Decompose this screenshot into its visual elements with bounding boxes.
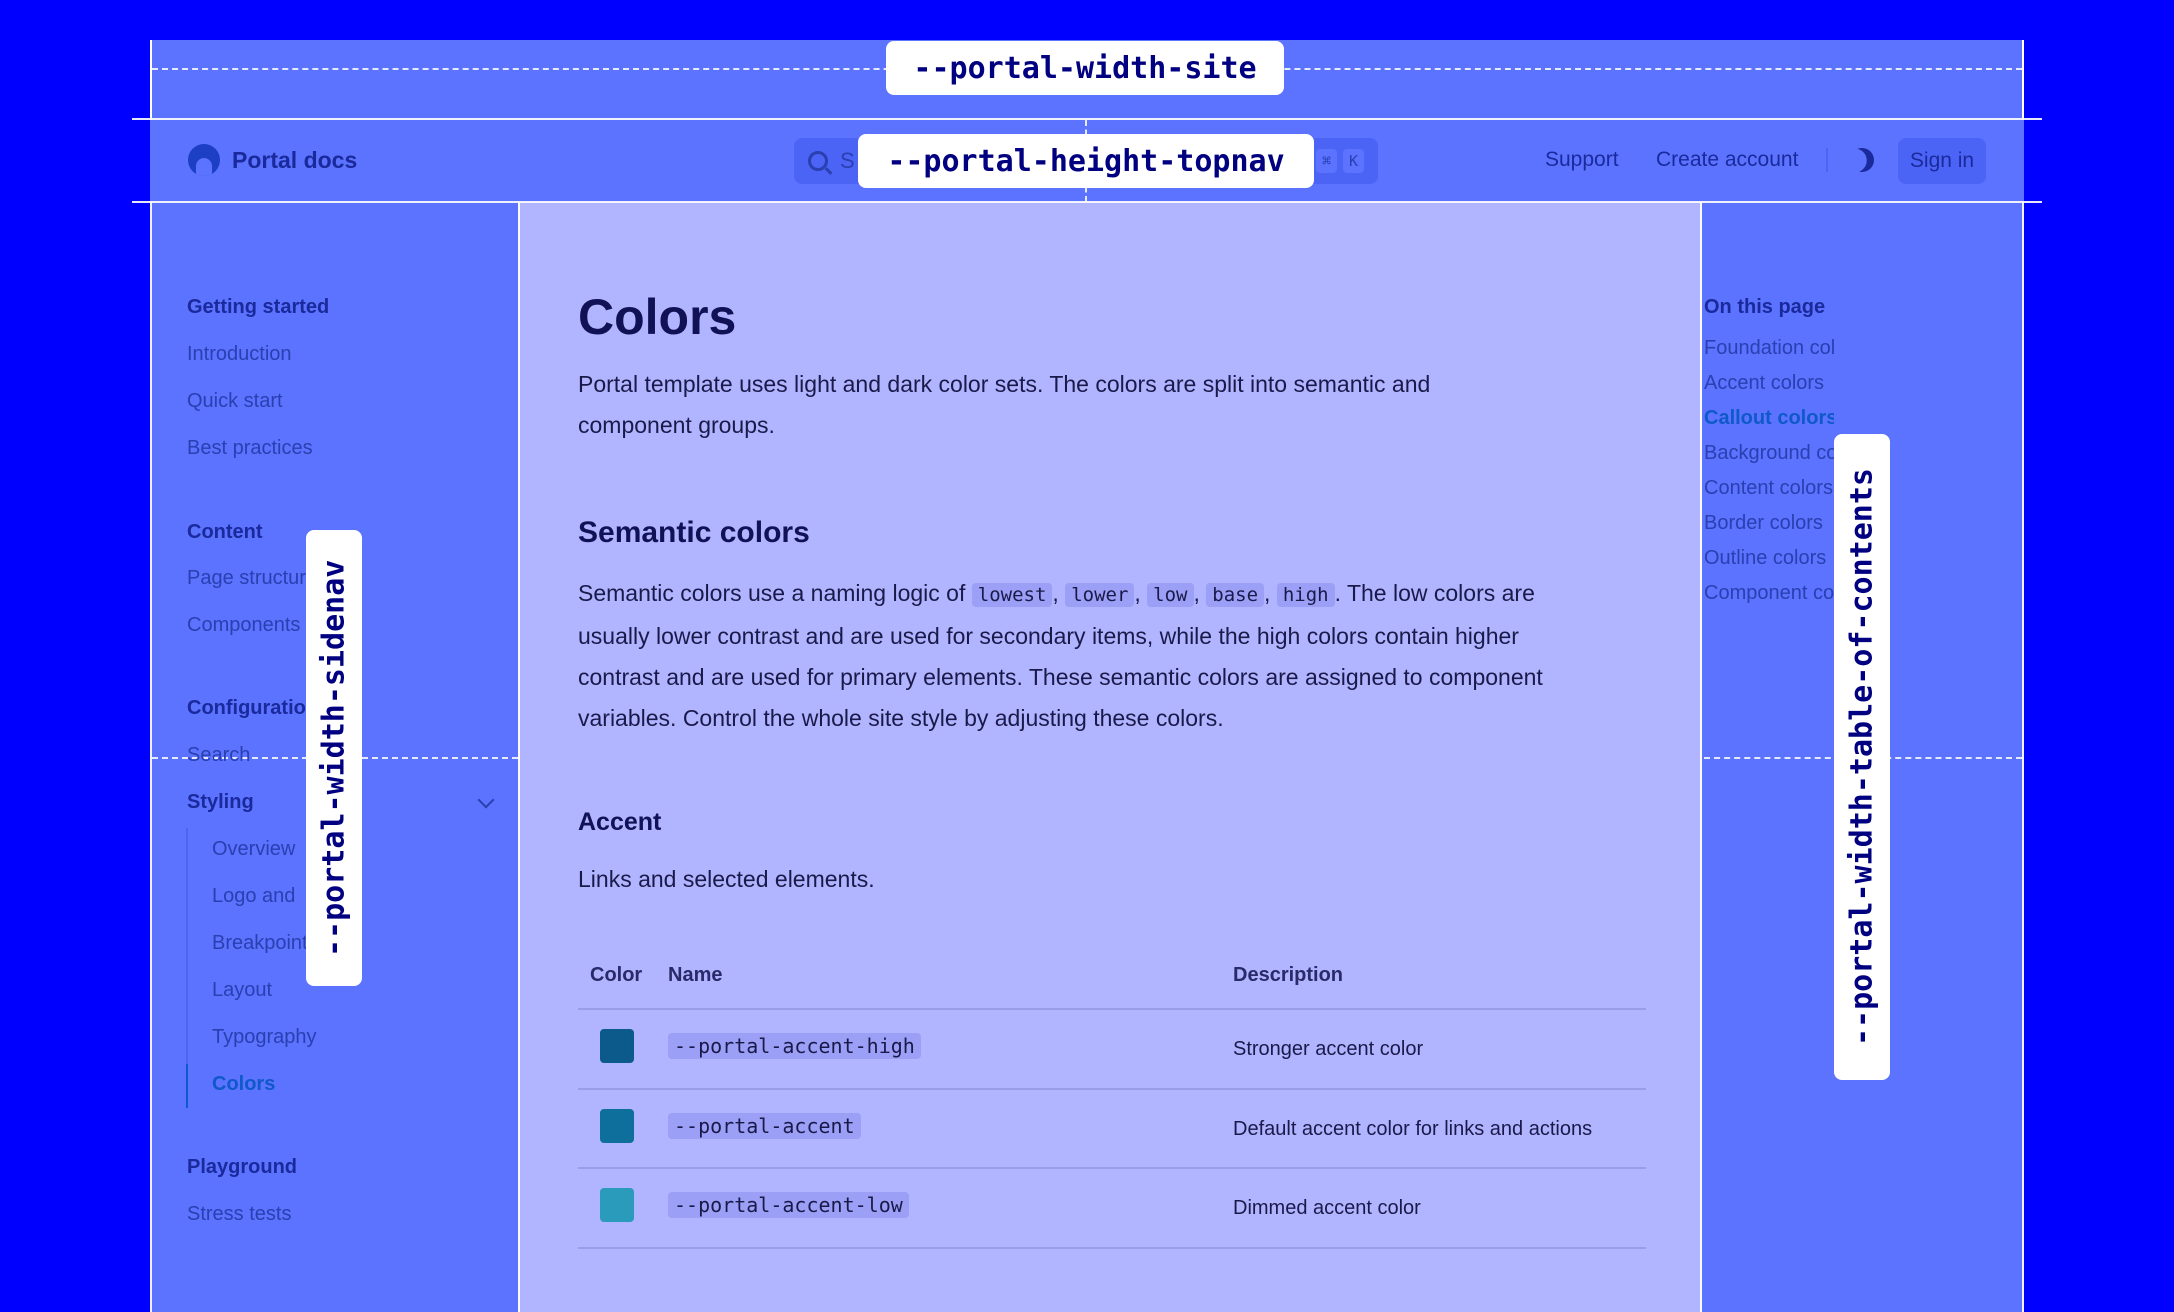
sidebar-group-content: Content xyxy=(187,521,263,543)
toc-item-content[interactable]: Content colors xyxy=(1704,477,1833,500)
semantic-line-2: usually lower contrast and are used for … xyxy=(578,623,1519,649)
toc-item-background[interactable]: Background colors xyxy=(1704,442,1834,465)
semantic-line-1: Semantic colors use a naming logic of lo… xyxy=(578,580,1535,607)
label-portal-width-table-of-contents: --portal-width-table-of-contents xyxy=(1834,434,1890,1080)
search-placeholder: S xyxy=(840,148,855,173)
sidebar-item-introduction[interactable]: Introduction xyxy=(187,343,292,366)
sidebar-item-colors[interactable]: Colors xyxy=(212,1073,275,1096)
intro-paragraph: Portal template uses light and dark colo… xyxy=(578,364,1658,446)
code-base: base xyxy=(1206,583,1265,607)
table-row-rule xyxy=(578,1247,1646,1249)
nav-divider xyxy=(1826,148,1828,172)
token-accent: --portal-accent xyxy=(668,1113,861,1139)
sidebar-group-configuration: Configuration xyxy=(187,697,319,719)
token-accent-low: --portal-accent-low xyxy=(668,1192,909,1218)
sidebar-item-quick-start[interactable]: Quick start xyxy=(187,390,283,413)
sidebar-group-styling[interactable]: Styling xyxy=(187,791,254,814)
intro-line-2: component groups. xyxy=(578,412,775,438)
toc-item-outline[interactable]: Outline colors xyxy=(1704,547,1826,570)
code-lowest: lowest xyxy=(971,583,1053,607)
sidebar-group-playground: Playground xyxy=(187,1156,298,1178)
table-row-rule xyxy=(578,1167,1646,1169)
toc-list: Foundation colors Accent colors Callout … xyxy=(1704,332,1834,622)
token-accent-high: --portal-accent-high xyxy=(668,1033,921,1059)
sidebar-item-search[interactable]: Search xyxy=(187,744,250,767)
sidebar-active-indicator xyxy=(186,1064,188,1108)
code-high: high xyxy=(1276,583,1335,607)
sidebar-item-best-practices[interactable]: Best practices xyxy=(187,437,313,460)
desc-accent: Default accent color for links and actio… xyxy=(1233,1118,1593,1140)
sidebar-item-overview[interactable]: Overview xyxy=(212,838,295,861)
label-portal-height-topnav: --portal-height-topnav xyxy=(858,134,1314,188)
kbd-cmd: ⌘ xyxy=(1315,149,1337,173)
kbd-k: K xyxy=(1342,149,1364,173)
sidebar-item-stress-tests[interactable]: Stress tests xyxy=(187,1203,291,1226)
site-width-top-ticks xyxy=(150,40,152,120)
toc-item-border[interactable]: Border colors xyxy=(1704,512,1823,535)
semantic-colors-heading: Semantic colors xyxy=(578,516,810,549)
page-title: Colors xyxy=(578,289,737,345)
topnav-bottom-line xyxy=(132,201,2042,203)
brand[interactable]: Portal docs xyxy=(188,144,357,176)
semantic-line-3: contrast and are used for primary elemen… xyxy=(578,664,1543,690)
toc-item-callout[interactable]: Callout colors xyxy=(1704,407,1834,430)
accent-heading: Accent xyxy=(578,808,662,836)
table-header-description: Description xyxy=(1233,964,1344,986)
sidebar-item-breakpoints[interactable]: Breakpoints xyxy=(212,932,318,955)
semantic-paragraph: Semantic colors use a naming logic of lo… xyxy=(578,573,1668,739)
code-lower: lower xyxy=(1065,583,1135,607)
intro-line-1: Portal template uses light and dark colo… xyxy=(578,371,1431,397)
create-account-link[interactable]: Create account xyxy=(1656,148,1798,172)
topnav-top-line xyxy=(132,118,2042,120)
desc-accent-low: Dimmed accent color xyxy=(1233,1197,1421,1219)
sidebar-item-components[interactable]: Components xyxy=(187,614,300,637)
sidebar-group-getting-started: Getting started xyxy=(187,296,330,318)
desc-accent-high: Stronger accent color xyxy=(1233,1038,1424,1060)
code-low: low xyxy=(1147,583,1194,607)
toc-item-accent[interactable]: Accent colors xyxy=(1704,372,1824,395)
semantic-line-4: variables. Control the whole site style … xyxy=(578,705,1224,731)
table-header-name: Name xyxy=(668,964,723,986)
sign-in-button[interactable]: Sign in xyxy=(1898,138,1986,184)
label-portal-width-site: --portal-width-site xyxy=(886,41,1284,95)
support-link[interactable]: Support xyxy=(1545,148,1619,172)
sidebar-item-logo[interactable]: Logo and xyxy=(212,885,295,908)
table-row-rule xyxy=(578,1088,1646,1090)
label-portal-width-sidenav: --portal-width-sidenav xyxy=(306,530,362,986)
color-swatch-accent-low xyxy=(600,1188,634,1222)
site-width-top-ticks-r xyxy=(2022,40,2024,120)
toc-item-component[interactable]: Component colors xyxy=(1704,582,1834,605)
accent-description: Links and selected elements. xyxy=(578,866,875,892)
sidebar-item-page-structure[interactable]: Page structure xyxy=(187,567,317,590)
table-header-color: Color xyxy=(590,964,643,986)
semantic-prefix: Semantic colors use a naming logic of xyxy=(578,580,966,606)
toc-item-foundation[interactable]: Foundation colors xyxy=(1704,337,1834,360)
sidebar-item-layout[interactable]: Layout xyxy=(212,979,272,1002)
color-swatch-accent xyxy=(600,1109,634,1143)
color-swatch-accent-high xyxy=(600,1029,634,1063)
semantic-suffix: . The low colors are xyxy=(1334,580,1535,606)
portal-logo-icon xyxy=(188,144,220,176)
sidebar-item-typography[interactable]: Typography xyxy=(212,1026,317,1049)
search-icon xyxy=(808,151,828,171)
toc-title: On this page xyxy=(1704,296,1826,318)
table-header-rule xyxy=(578,1008,1646,1010)
brand-name: Portal docs xyxy=(232,146,358,173)
